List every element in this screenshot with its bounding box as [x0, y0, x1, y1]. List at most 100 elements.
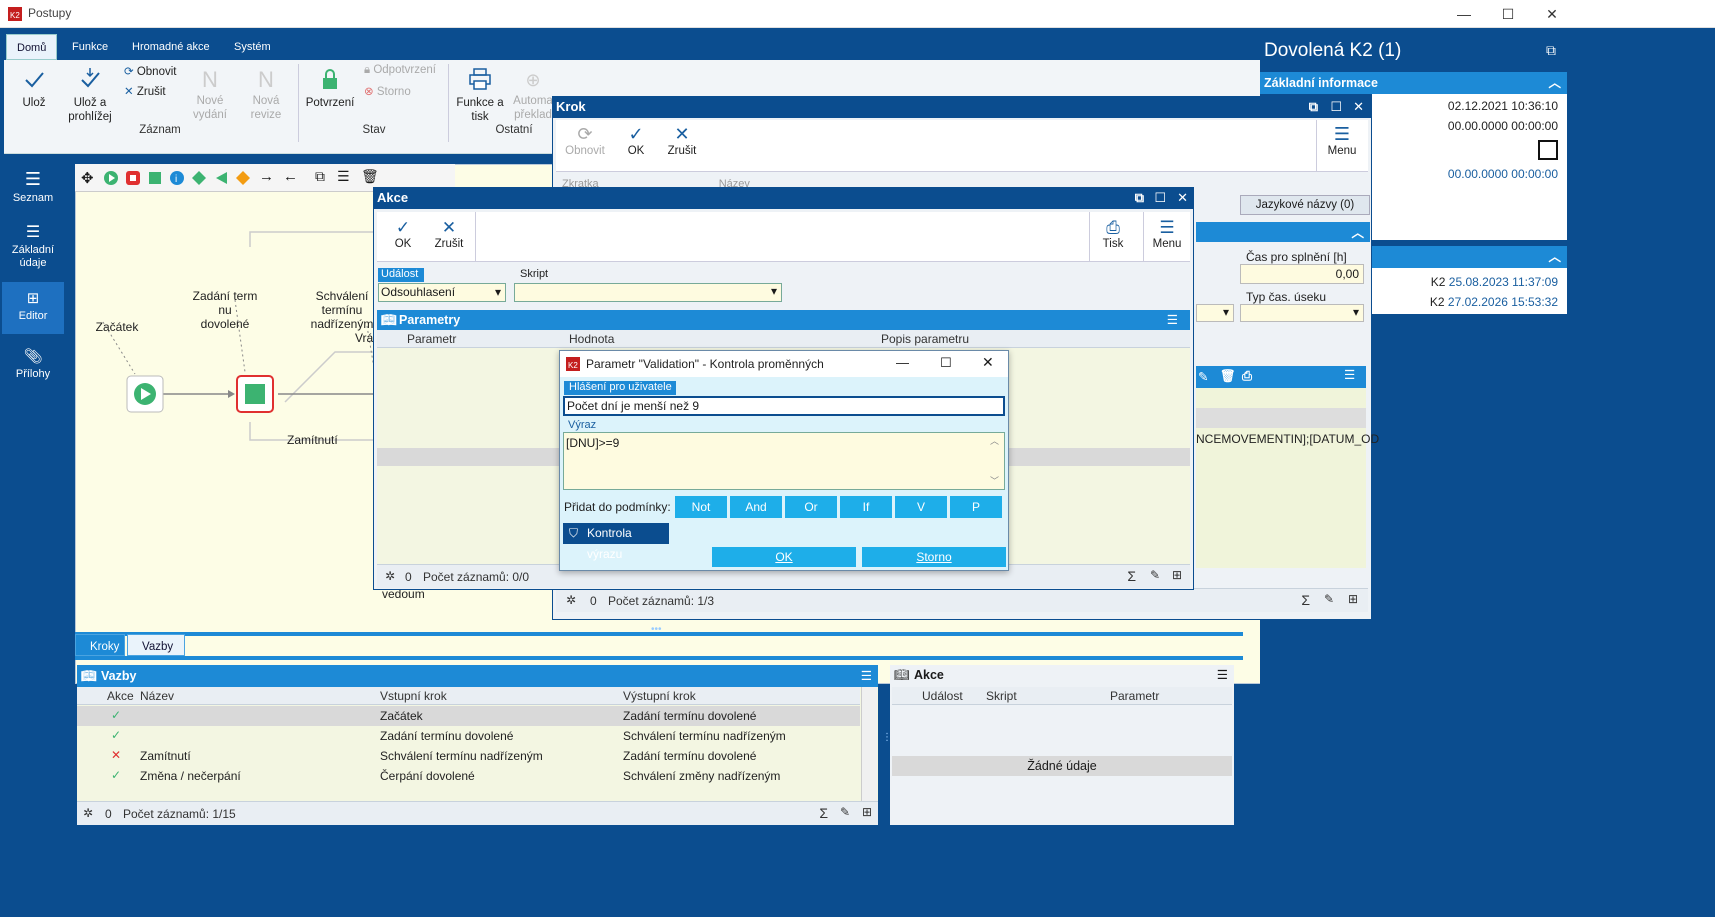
section-history[interactable]: ︿ [1372, 246, 1567, 268]
if-button[interactable]: If [840, 496, 892, 518]
print-icon[interactable]: ⎙ [1242, 369, 1252, 384]
start-node-icon[interactable] [103, 170, 119, 186]
close-icon[interactable]: ✕ [1177, 187, 1188, 209]
arrow-left-icon[interactable]: ← [283, 168, 298, 185]
edit-icon[interactable]: ✎ [1198, 369, 1208, 384]
collapse-icon[interactable]: ︿ [1351, 222, 1364, 241]
menu-icon[interactable]: ☰ [1167, 310, 1178, 330]
v-button[interactable]: V [895, 496, 947, 518]
expr-textarea[interactable]: [DNU]>=9 [563, 432, 1005, 490]
close-icon[interactable]: ✕ [1353, 96, 1364, 118]
delete-icon[interactable]: 🗑︎ [1220, 369, 1236, 384]
tab-vazby[interactable]: Vazby [127, 634, 185, 656]
param-ok-button[interactable]: OK [712, 547, 856, 567]
settings-icon[interactable]: ✲ [385, 569, 395, 583]
nav-editor[interactable]: ⊞ Editor [2, 282, 64, 334]
section-basic-info[interactable]: Základní informace ︿ [1260, 72, 1567, 94]
maximize-icon[interactable]: ☐ [1330, 96, 1342, 118]
save-button[interactable]: Ulož [14, 66, 54, 110]
menu-icon[interactable]: ☰ [1217, 665, 1228, 685]
check-expression-button[interactable]: ⛉ Kontrola výrazu [563, 523, 669, 561]
event-select[interactable]: Odsouhlasení ▾ [378, 283, 506, 302]
new-revision-button[interactable]: N Nová revize [244, 66, 288, 122]
minimize-icon[interactable]: — [896, 355, 909, 370]
decision-node-icon[interactable] [191, 170, 207, 186]
scroll-up-icon[interactable]: ︿ [990, 434, 999, 447]
nav-prilohy[interactable]: 📎︎ Přílohy [2, 340, 64, 392]
return-node-icon[interactable] [213, 170, 229, 186]
collapse-icon[interactable]: ︿ [1548, 246, 1561, 268]
arrow-right-icon[interactable]: → [259, 168, 274, 185]
copy-icon[interactable]: ⧉ [315, 168, 325, 185]
nav-zakladni-udaje[interactable]: ☰ Základní údaje [2, 222, 64, 278]
export-icon[interactable]: ⊞ [862, 805, 872, 819]
vazby-scrollbar[interactable] [861, 687, 877, 801]
delete-icon[interactable]: 🗑︎ [361, 168, 379, 185]
print-functions-button[interactable]: Funkce a tisk [452, 66, 508, 124]
period-select[interactable]: ▾ [1240, 304, 1364, 322]
confirm-button[interactable]: Potvrzení [304, 66, 356, 110]
move-icon[interactable]: ✥ [81, 169, 94, 187]
menu-icon[interactable]: ☰ [861, 665, 872, 687]
p-button[interactable]: P [950, 496, 1002, 518]
close-icon[interactable]: ✕ [982, 354, 994, 371]
refresh-button[interactable]: ⟳ Obnovit [124, 64, 176, 78]
krok-ok-button[interactable]: ✓ OK [622, 124, 650, 157]
script-select[interactable]: ▾ [514, 283, 782, 302]
tab-domu[interactable]: Domů [6, 34, 58, 60]
splitter[interactable] [75, 632, 1243, 636]
or-button[interactable]: Or [785, 496, 837, 518]
unconfirm-button[interactable]: 🔒︎ Odpotvrzení [364, 64, 436, 77]
restore-icon[interactable]: ⧉ [1135, 187, 1144, 209]
krok-select[interactable]: ▾ [1196, 304, 1234, 322]
maximize-icon[interactable]: ☐ [940, 355, 952, 371]
maximize-icon[interactable]: ☐ [1154, 187, 1166, 209]
and-button[interactable]: And [730, 496, 782, 518]
nav-seznam[interactable]: ☰ Seznam [2, 166, 64, 216]
tab-system[interactable]: Systém [224, 34, 281, 60]
save-and-view-button[interactable]: Ulož a prohlížej [62, 66, 118, 124]
align-icon[interactable]: ☰ [337, 168, 350, 185]
table-row[interactable]: ✓ Změna / nečerpání Čerpání dovolené Sch… [77, 766, 860, 786]
info-node-icon[interactable]: i [169, 170, 185, 186]
table-row[interactable]: ✓ Zadání termínu dovolené Schválení term… [77, 726, 860, 746]
step-node-icon[interactable] [147, 170, 163, 186]
edit-icon[interactable]: ✎ [1324, 592, 1334, 606]
collapse-icon[interactable]: ︿ [1548, 72, 1561, 94]
sum-icon[interactable]: Σ [1301, 592, 1310, 608]
akce-ok-button[interactable]: ✓ OK [391, 218, 415, 250]
minimize-button[interactable]: — [1442, 2, 1486, 26]
settings-icon[interactable]: ✲ [566, 593, 576, 607]
stop-node-icon[interactable] [125, 170, 141, 186]
akce-cancel-button[interactable]: ✕ Zrušit [433, 218, 465, 250]
settings-icon[interactable]: ✲ [83, 806, 93, 820]
auto-translate-button[interactable]: ⊕ Automa překlad [510, 66, 556, 122]
table-row[interactable]: ✕ Zamítnutí Schválení termínu nadřízeným… [77, 746, 860, 766]
storno-button[interactable]: ⊗ Storno [364, 84, 411, 98]
tab-hromadne-akce[interactable]: Hromadné akce [122, 34, 220, 60]
maximize-button[interactable]: ☐ [1486, 2, 1530, 26]
branch-node-icon[interactable] [235, 170, 251, 186]
new-edition-button[interactable]: N Nové vydání [188, 66, 232, 122]
table-row[interactable]: ✓ Začátek Zadání termínu dovolené [77, 706, 860, 726]
time-input[interactable]: 0,00 [1240, 264, 1364, 284]
sum-icon[interactable]: Σ [819, 805, 828, 821]
tab-kroky[interactable]: Kroky [75, 634, 125, 656]
export-icon[interactable]: ⊞ [1172, 568, 1182, 582]
export-icon[interactable]: ⊞ [1348, 592, 1358, 606]
msg-input[interactable]: Počet dní je menší než 9 [563, 396, 1005, 416]
edit-icon[interactable]: ✎ [1150, 568, 1160, 582]
close-button[interactable]: ✕ [1530, 2, 1574, 26]
checkbox[interactable] [1538, 140, 1558, 160]
menu-icon[interactable]: ☰ [1344, 367, 1355, 382]
akce-menu-button[interactable]: ☰ Menu [1149, 218, 1185, 250]
sum-icon[interactable]: Σ [1127, 568, 1136, 584]
cancel-button[interactable]: ✕ Zrušit [124, 84, 166, 98]
not-button[interactable]: Not [675, 496, 727, 518]
popout-icon[interactable]: ⧉ [1546, 42, 1556, 59]
krok-cancel-button[interactable]: ✕ Zrušit [664, 124, 700, 157]
akce-print-button[interactable]: ⎙ Tisk [1097, 218, 1129, 250]
krok-refresh-button[interactable]: ⟳ Obnovit [564, 124, 606, 157]
tab-funkce[interactable]: Funkce [62, 34, 118, 60]
param-storno-button[interactable]: Storno [862, 547, 1006, 567]
